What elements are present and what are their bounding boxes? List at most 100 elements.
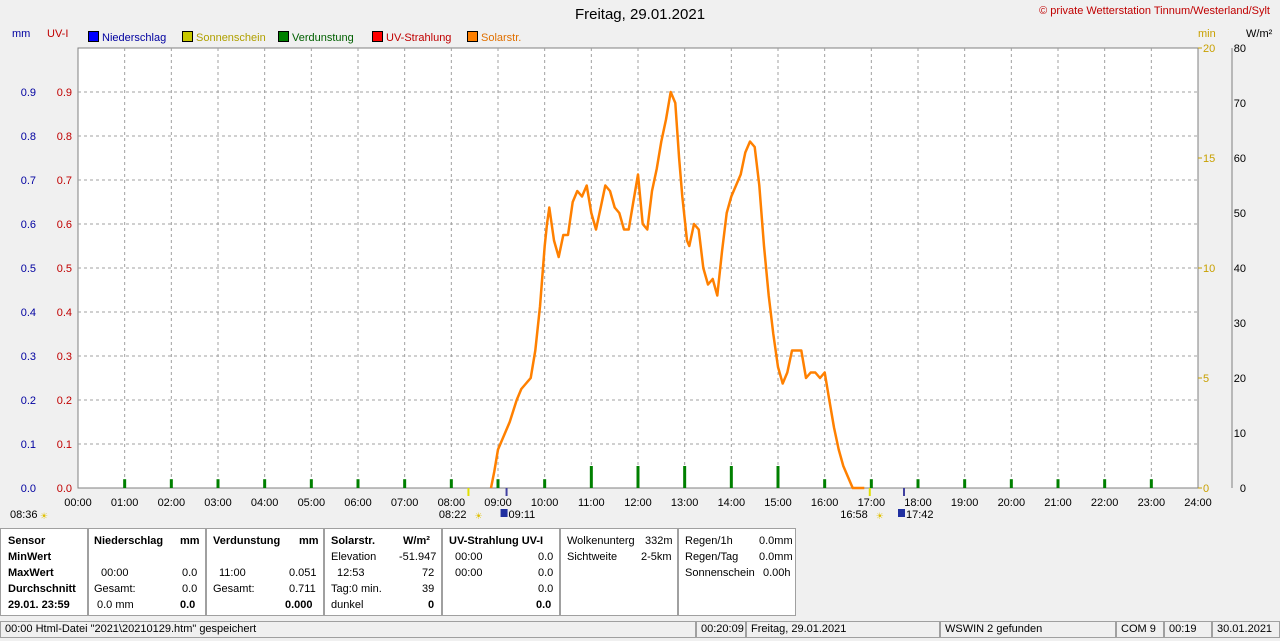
regen-1h-value: 0.0mm	[759, 535, 793, 547]
y-left-tick-label: 0.2	[21, 395, 36, 407]
niederschlag-current-text: 0.0 mm	[97, 599, 134, 611]
verdunstung-bar	[963, 479, 967, 488]
y-uv-tick-label: 0.6	[57, 219, 72, 231]
left-marker-label: 08:36	[10, 509, 38, 521]
uv-current-value: 0.0	[536, 599, 552, 611]
uv-avg-value: 0.0	[538, 583, 554, 595]
x-tick-label: 05:00	[298, 497, 326, 509]
regen-tag-value: 0.0mm	[759, 551, 793, 563]
solar-day-value: 39	[422, 583, 435, 595]
marker-label: 09:11	[509, 509, 536, 521]
y-left-tick-label: 0.7	[21, 175, 36, 187]
x-tick-label: 18:00	[904, 497, 932, 509]
y-uv-tick-label: 0.2	[57, 395, 72, 407]
uv-min-time: 00:00	[455, 551, 483, 563]
x-tick-label: 10:00	[531, 497, 559, 509]
niederschlag-gesamt-value: 0.0	[182, 583, 198, 595]
solar-unit: W/m²	[403, 535, 430, 547]
moon-icon	[898, 509, 905, 517]
minwert-label: MinWert	[8, 551, 52, 563]
y-wm2-tick-label: 0	[1240, 483, 1246, 495]
wolkenunterg-label: Wolkenunterg	[567, 535, 635, 547]
marker-label: 16:58	[840, 509, 868, 521]
y-min-tick-label: 0	[1203, 483, 1209, 495]
niederschlag-gesamt-label: Gesamt:	[94, 583, 136, 595]
current-datetime-label: 29.01. 23:59	[8, 599, 70, 611]
status-date: 30.01.2021	[1212, 621, 1280, 638]
sun-icon: ☀	[876, 511, 884, 521]
status-com-port: COM 9	[1116, 621, 1164, 638]
y-min-tick-label: 20	[1203, 43, 1215, 55]
verdunstung-bar	[683, 466, 687, 488]
y-wm2-tick-label: 30	[1234, 318, 1246, 330]
solar-max-value: 72	[422, 567, 435, 579]
verdunstung-bar	[636, 466, 640, 488]
x-tick-label: 12:00	[624, 497, 652, 509]
sichtweite-value: 2-5km	[641, 551, 672, 563]
niederschlag-current-value: 0.0	[180, 599, 196, 611]
wolken-panel: Wolkenunterg 332m Sichtweite 2-5km	[560, 528, 678, 616]
verdunstung-bar	[869, 479, 873, 488]
verdunstung-unit: mm	[299, 535, 319, 547]
elevation-value: -51.947	[399, 551, 437, 563]
x-tick-label: 23:00	[1138, 497, 1166, 509]
x-tick-label: 02:00	[158, 497, 186, 509]
y-wm2-tick-label: 80	[1234, 43, 1246, 55]
weather-chart: 00:00 01:00 02:00 03:00 04:00 05:00 06:00 07:00…	[10, 43, 1246, 521]
solar-panel: Solarstr. W/m² Elevation -51.947 12:53 7…	[324, 528, 442, 616]
sonnenschein-value: 0.00h	[763, 567, 791, 579]
sonnenschein-label: Sonnenschein	[685, 567, 755, 579]
y-left-tick-label: 0.0	[21, 483, 36, 495]
x-tick-label: 08:00	[438, 497, 466, 509]
status-elapsed: 00:20:09	[696, 621, 746, 638]
y-uv-tick-label: 0.3	[57, 351, 72, 363]
regen-panel: Regen/1h 0.0mm Regen/Tag 0.0mm Sonnensch…	[678, 528, 796, 616]
x-tick-label: 20:00	[998, 497, 1026, 509]
y-uv-tick-label: 0.7	[57, 175, 72, 187]
y-uv-tick-label: 0.4	[57, 307, 72, 319]
solar-max-time: 12:53	[337, 567, 365, 579]
x-tick-label: 21:00	[1044, 497, 1072, 509]
regen-tag-label: Regen/Tag	[685, 551, 739, 563]
y-left-tick-label: 0.8	[21, 131, 36, 143]
x-tick-label: 06:00	[344, 497, 372, 509]
y-left-tick-label: 0.5	[21, 263, 36, 275]
sichtweite-label: Sichtweite	[567, 551, 618, 563]
y-wm2-tick-label: 50	[1234, 208, 1246, 220]
y-left-tick-label: 0.9	[21, 87, 36, 99]
verdunstung-bar	[589, 466, 593, 488]
regen-1h-label: Regen/1h	[685, 535, 733, 547]
solar-dark-label: dunkel	[331, 599, 364, 611]
verdunstung-bar	[776, 466, 780, 488]
marker-label: 17:42	[906, 509, 934, 521]
x-tick-label: 00:00	[64, 497, 92, 509]
y-uv-tick-label: 0.5	[57, 263, 72, 275]
verdunstung-bar	[123, 479, 127, 488]
y-left-tick-label: 0.1	[21, 439, 36, 451]
y-uv-tick-label: 0.8	[57, 131, 72, 143]
x-tick-label: 14:00	[718, 497, 746, 509]
moon-icon	[500, 509, 508, 517]
elevation-label: Elevation	[331, 551, 377, 563]
status-wswin: WSWIN 2 gefunden	[940, 621, 1116, 638]
verdunstung-bar	[356, 479, 360, 488]
verdunstung-bar	[1149, 479, 1153, 488]
uv-header: UV-Strahlung UV-I	[449, 535, 544, 547]
durchschnitt-label: Durchschnitt	[8, 583, 76, 595]
verdunstung-bar	[263, 479, 267, 488]
verdunstung-gesamt-value: 0.711	[289, 583, 316, 595]
verdunstung-max-time: 11:00	[219, 567, 246, 579]
niederschlag-max-value: 0.0	[182, 567, 198, 579]
niederschlag-header: Niederschlag	[94, 535, 164, 547]
verdunstung-bar	[729, 466, 733, 488]
y-uv-tick-label: 0.0	[57, 483, 72, 495]
uv-min-value: 0.0	[538, 551, 554, 563]
niederschlag-panel: Niederschlag mm 00:00 0.0 Gesamt: 0.0 0.…	[88, 528, 206, 616]
uv-panel: UV-Strahlung UV-I 00:00 0.0 00:00 0.0 0.…	[442, 528, 560, 616]
y-min-tick-label: 5	[1203, 373, 1209, 385]
verdunstung-bar	[403, 479, 407, 488]
status-message: 00:00 Html-Datei "2021\20210129.htm" ges…	[0, 621, 696, 638]
verdunstung-bar	[1056, 479, 1060, 488]
sensor-panel: Sensor MinWert MaxWert Durchschnitt 29.0…	[0, 528, 88, 616]
y-min-tick-label: 10	[1203, 263, 1215, 275]
